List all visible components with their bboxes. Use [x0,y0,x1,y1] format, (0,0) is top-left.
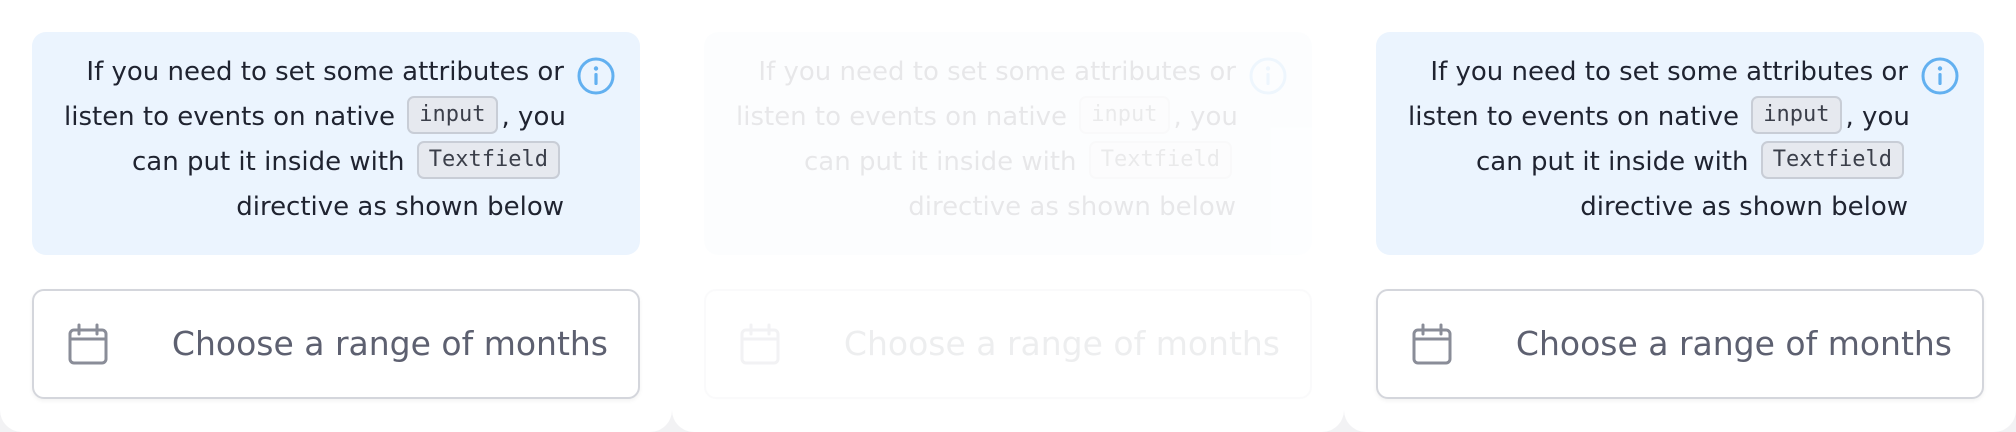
info-line: directive as shown below [64,185,564,230]
info-line-4: directive as shown below [908,192,1236,222]
code-textfield: Textfield [1088,140,1232,179]
calendar-icon [1412,323,1452,365]
info-icon [1249,57,1287,95]
info-notice: If you need to set some attributes or li… [32,32,640,255]
panel-right: If you need to set some attributes or li… [1344,0,2016,432]
info-icon [577,57,615,95]
info-line-3-text: can put it inside with [804,147,1077,177]
info-line-2-text: listen to events on native [1408,102,1740,132]
info-line-1: If you need to set some attributes or [86,57,564,87]
info-line-4: directive as shown below [236,192,564,222]
panel-left: If you need to set some attributes or li… [0,0,672,432]
info-line: listen to events on native input, you [1408,95,1910,140]
info-line-3-text: can put it inside with [132,147,405,177]
info-notice: If you need to set some attributes or li… [1376,32,1984,255]
info-line-2-text: listen to events on native [736,102,1068,132]
month-range-placeholder: Choose a range of months [171,324,608,363]
info-line-2-tail: , you [1173,102,1238,132]
panel-content: If you need to set some attributes or li… [1344,0,2016,432]
info-line-4: directive as shown below [1580,192,1908,222]
info-text: If you need to set some attributes or li… [1408,50,1910,230]
info-line: listen to events on native input, you [736,95,1238,140]
info-line-2-tail: , you [1845,102,1910,132]
month-range-field[interactable]: Choose a range of months [704,289,1312,399]
info-line: If you need to set some attributes or [1408,50,1908,95]
panel-middle: If you need to set some attributes or li… [672,0,1344,432]
panel-content: If you need to set some attributes or li… [0,0,672,432]
info-line: If you need to set some attributes or [64,50,564,95]
info-line: directive as shown below [1408,185,1908,230]
code-input: input [407,95,498,134]
code-textfield: Textfield [416,140,560,179]
info-line-2-tail: , you [501,102,566,132]
info-line-3-text: can put it inside with [1476,147,1749,177]
info-line: listen to events on native input, you [64,95,566,140]
calendar-icon [740,323,780,365]
info-notice: If you need to set some attributes or li… [704,32,1312,255]
info-text: If you need to set some attributes or li… [64,50,566,230]
info-line: can put it inside with Textfield [1408,140,1908,185]
month-range-placeholder: Choose a range of months [1515,324,1952,363]
info-line-1: If you need to set some attributes or [1430,57,1908,87]
info-line: directive as shown below [736,185,1236,230]
month-range-field[interactable]: Choose a range of months [32,289,640,399]
code-textfield: Textfield [1760,140,1904,179]
month-range-field[interactable]: Choose a range of months [1376,289,1984,399]
info-line: can put it inside with Textfield [736,140,1236,185]
info-line-1: If you need to set some attributes or [758,57,1236,87]
code-input: input [1751,95,1842,134]
code-input: input [1079,95,1170,134]
calendar-icon [68,323,108,365]
month-range-placeholder: Choose a range of months [843,324,1280,363]
info-line: If you need to set some attributes or [736,50,1236,95]
info-icon [1921,57,1959,95]
stage: If you need to set some attributes or li… [0,0,2016,432]
info-line: can put it inside with Textfield [64,140,564,185]
info-text: If you need to set some attributes or li… [736,50,1238,230]
info-line-2-text: listen to events on native [64,102,396,132]
panel-content: If you need to set some attributes or li… [672,0,1344,432]
